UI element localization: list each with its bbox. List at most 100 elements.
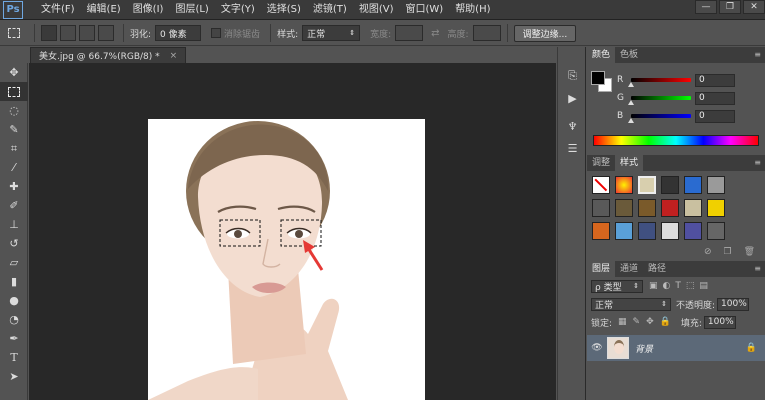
menu-filter[interactable]: 滤镜(T) xyxy=(307,0,353,20)
gradient-tool-icon[interactable]: ▮ xyxy=(0,272,28,291)
style-swatch[interactable] xyxy=(707,176,725,194)
eyedropper-tool-icon[interactable]: ⁄ xyxy=(0,158,28,177)
lock-options-icons[interactable]: ▦✎✥🔒 xyxy=(618,317,677,327)
marquee-preset-icon[interactable] xyxy=(0,28,28,38)
history-brush-tool-icon[interactable]: ↺ xyxy=(0,234,28,253)
tab-channels[interactable]: 通道 xyxy=(615,261,643,277)
add-selection-icon[interactable] xyxy=(60,25,76,41)
eye-icon[interactable]: 👁 xyxy=(587,343,607,353)
clear-style-icon[interactable]: ⊘ xyxy=(704,247,712,257)
blend-mode-select[interactable]: 正常 ⇕ xyxy=(591,297,671,311)
tab-color[interactable]: 颜色 xyxy=(587,47,616,63)
channel-r-input[interactable]: 0 xyxy=(695,73,735,87)
channel-b-slider[interactable] xyxy=(628,114,691,123)
color-spectrum-bar[interactable] xyxy=(593,135,759,146)
style-none-swatch[interactable] xyxy=(592,176,610,194)
eraser-tool-icon[interactable]: ▱ xyxy=(0,253,28,272)
style-swatch[interactable] xyxy=(592,199,610,217)
menu-type[interactable]: 文字(Y) xyxy=(215,0,261,20)
tab-adjustments[interactable]: 调整 xyxy=(587,155,615,171)
panel-menu-icon[interactable]: ≡ xyxy=(754,158,761,167)
fill-input[interactable]: 100% xyxy=(703,315,736,329)
menu-file[interactable]: 文件(F) xyxy=(35,0,81,20)
brush-tool-icon[interactable]: ✐ xyxy=(0,196,28,215)
layer-thumbnail xyxy=(607,337,629,359)
healing-brush-tool-icon[interactable]: ✚ xyxy=(0,177,28,196)
document-tab[interactable]: 美女.jpg @ 66.7%(RGB/8) * × xyxy=(30,47,187,63)
pen-tool-icon[interactable]: ✒ xyxy=(0,329,28,348)
style-swatch[interactable] xyxy=(684,222,702,240)
style-swatch[interactable] xyxy=(638,222,656,240)
filter-type-icons[interactable]: ▣◐T⬚▤ xyxy=(649,281,713,291)
style-swatch[interactable] xyxy=(592,222,610,240)
new-selection-icon[interactable] xyxy=(41,25,57,41)
channel-b-input[interactable]: 0 xyxy=(695,109,735,123)
style-swatch[interactable] xyxy=(661,199,679,217)
actions-play-icon[interactable]: ▶ xyxy=(558,87,587,109)
history-icon[interactable]: ⎘ xyxy=(558,65,587,87)
style-swatch[interactable] xyxy=(707,199,725,217)
style-swatch[interactable] xyxy=(707,222,725,240)
style-swatch[interactable] xyxy=(615,199,633,217)
close-tab-icon[interactable]: × xyxy=(170,51,178,61)
style-swatch[interactable] xyxy=(615,176,633,194)
channel-r-slider[interactable] xyxy=(628,78,691,87)
dodge-tool-icon[interactable]: ◔ xyxy=(0,310,28,329)
quick-selection-tool-icon[interactable]: ✎ xyxy=(0,120,28,139)
menu-image[interactable]: 图像(I) xyxy=(127,0,170,20)
path-selection-tool-icon[interactable]: ➤ xyxy=(0,367,28,386)
move-tool-icon[interactable]: ✥ xyxy=(0,63,28,82)
height-input[interactable] xyxy=(472,25,501,41)
style-swatch[interactable] xyxy=(684,199,702,217)
lasso-tool-icon[interactable]: ◌ xyxy=(0,101,28,120)
menu-layer[interactable]: 图层(L) xyxy=(169,0,214,20)
menu-help[interactable]: 帮助(H) xyxy=(449,0,496,20)
menu-select[interactable]: 选择(S) xyxy=(261,0,307,20)
tab-paths[interactable]: 路径 xyxy=(643,261,671,277)
document-canvas[interactable] xyxy=(148,119,425,400)
channel-g-slider[interactable] xyxy=(628,96,691,105)
style-select[interactable]: 正常 ⇕ xyxy=(302,25,361,41)
antialias-checkbox[interactable] xyxy=(211,28,222,38)
tab-swatches[interactable]: 色板 xyxy=(615,47,643,63)
properties-icon[interactable]: ☰ xyxy=(558,137,587,159)
slider-thumb-icon[interactable] xyxy=(628,100,634,105)
style-swatch[interactable] xyxy=(638,199,656,217)
feather-input[interactable]: 0 像素 xyxy=(155,25,202,41)
tab-layers[interactable]: 图层 xyxy=(587,261,616,277)
crop-tool-icon[interactable]: ⌗ xyxy=(0,139,28,158)
new-style-icon[interactable]: ❐ xyxy=(723,247,731,257)
brush-preset-icon[interactable]: ♆ xyxy=(558,115,587,137)
style-swatch[interactable] xyxy=(684,176,702,194)
style-swatch[interactable] xyxy=(615,222,633,240)
channel-g-input[interactable]: 0 xyxy=(695,91,735,105)
slider-thumb-icon[interactable] xyxy=(628,118,634,123)
intersect-selection-icon[interactable] xyxy=(98,25,114,41)
close-button[interactable]: ✕ xyxy=(743,0,765,14)
layer-row[interactable]: 👁 背景 🔒 xyxy=(587,335,765,361)
panel-menu-icon[interactable]: ≡ xyxy=(754,264,761,273)
opacity-input[interactable]: 100% xyxy=(717,297,750,311)
menu-window[interactable]: 窗口(W) xyxy=(399,0,449,20)
blur-tool-icon[interactable]: ● xyxy=(0,291,28,310)
style-swatch[interactable] xyxy=(638,176,656,194)
delete-style-icon[interactable]: 🗑 xyxy=(744,247,755,257)
width-input[interactable] xyxy=(395,25,424,41)
panel-menu-icon[interactable]: ≡ xyxy=(754,50,761,59)
menu-view[interactable]: 视图(V) xyxy=(353,0,400,20)
restore-button[interactable]: ❐ xyxy=(719,0,741,14)
tab-styles[interactable]: 样式 xyxy=(615,155,644,171)
layer-filter-select[interactable]: ρ 类型 ⇕ xyxy=(591,279,643,293)
clone-stamp-tool-icon[interactable]: ⊥ xyxy=(0,215,28,234)
rectangular-marquee-tool-icon[interactable] xyxy=(0,82,28,101)
style-swatch[interactable] xyxy=(661,176,679,194)
minimize-button[interactable]: — xyxy=(695,0,717,14)
slider-thumb-icon[interactable] xyxy=(628,82,634,87)
style-swatch[interactable] xyxy=(661,222,679,240)
layer-name[interactable]: 背景 xyxy=(635,342,746,355)
menu-edit[interactable]: 编辑(E) xyxy=(81,0,127,20)
subtract-selection-icon[interactable] xyxy=(79,25,95,41)
swap-icon[interactable]: ⇄ xyxy=(431,28,439,39)
refine-edge-button[interactable]: 调整边缘... xyxy=(513,24,577,42)
type-tool-icon[interactable]: T xyxy=(0,348,28,367)
